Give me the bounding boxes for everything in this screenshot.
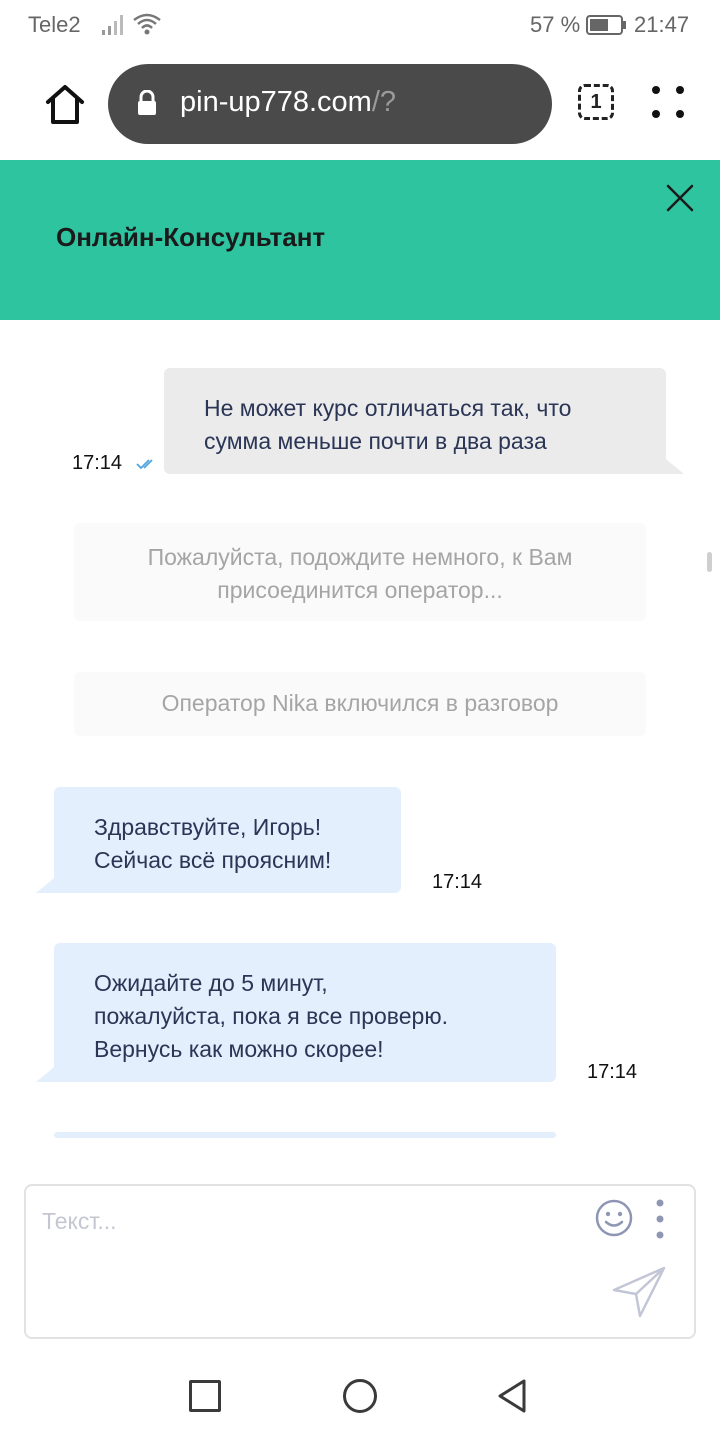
square-icon[interactable]	[189, 1380, 221, 1412]
message-time: 17:14	[72, 452, 123, 474]
message-line: Сейчас всё проясним!	[94, 847, 332, 873]
read-check-icon	[136, 459, 153, 470]
message-input[interactable]	[42, 1208, 582, 1235]
message-line: Ожидайте до 5 минут,	[94, 970, 328, 996]
message-line: присоединится оператор...	[217, 577, 503, 603]
status-bar: Tele2 57 % 21:47	[0, 0, 720, 50]
system-message: Пожалуйста, подождите немного, к Вам при…	[74, 523, 646, 621]
smiley-icon[interactable]	[594, 1198, 634, 1238]
circle-icon[interactable]	[343, 1379, 377, 1413]
address-bar[interactable]: pin-up778.com/?	[108, 64, 552, 144]
message-line: Оператор Nika включился в разговор	[161, 690, 559, 716]
operator-message-partial	[54, 1132, 556, 1138]
send-icon[interactable]	[610, 1262, 668, 1320]
url-text: pin-up778.com/?	[180, 86, 396, 119]
message-line: Не может курс отличаться так, что	[204, 395, 572, 421]
battery-icon	[586, 15, 626, 35]
lock-icon	[138, 90, 156, 115]
message-time: 17:14	[587, 1061, 638, 1083]
tabs-button[interactable]: 1	[578, 84, 614, 120]
signal-icon	[102, 15, 123, 35]
url-domain: pin-up778.com	[180, 86, 372, 118]
carrier-label: Tele2	[28, 12, 81, 37]
status-time: 21:47	[634, 12, 690, 37]
more-vertical-icon[interactable]	[650, 1198, 670, 1240]
close-icon[interactable]	[664, 182, 696, 214]
scrollbar-thumb[interactable]	[707, 552, 712, 572]
system-nav-bar	[0, 1350, 720, 1440]
message-time: 17:14	[432, 871, 483, 893]
operator-message: Ожидайте до 5 минут, пожалуйста, пока я …	[54, 943, 556, 1082]
message-line: Пожалуйста, подождите немного, к Вам	[147, 544, 573, 570]
more-icon[interactable]	[650, 84, 686, 120]
system-message: Оператор Nika включился в разговор	[74, 672, 646, 736]
chat-header: Онлайн-Консультант	[0, 160, 720, 320]
home-icon[interactable]	[40, 80, 90, 130]
url-path: /?	[371, 86, 397, 118]
operator-message: Здравствуйте, Игорь! Сейчас всё проясним…	[54, 787, 401, 893]
message-line: Здравствуйте, Игорь!	[94, 814, 322, 840]
message-composer	[24, 1184, 696, 1339]
chat-title: Онлайн-Консультант	[56, 222, 326, 252]
browser-toolbar: pin-up778.com/? 1	[0, 50, 720, 160]
user-message: Не может курс отличаться так, что сумма …	[164, 368, 666, 474]
tab-count: 1	[590, 90, 602, 113]
message-line: Вернусь как можно скорее!	[94, 1036, 384, 1062]
triangle-back-icon[interactable]	[496, 1378, 528, 1414]
battery-percent: 57 %	[530, 12, 581, 37]
message-line: пожалуйста, пока я все проверю.	[94, 1003, 448, 1029]
wifi-icon	[133, 13, 161, 35]
message-line: сумма меньше почти в два раза	[204, 428, 547, 454]
